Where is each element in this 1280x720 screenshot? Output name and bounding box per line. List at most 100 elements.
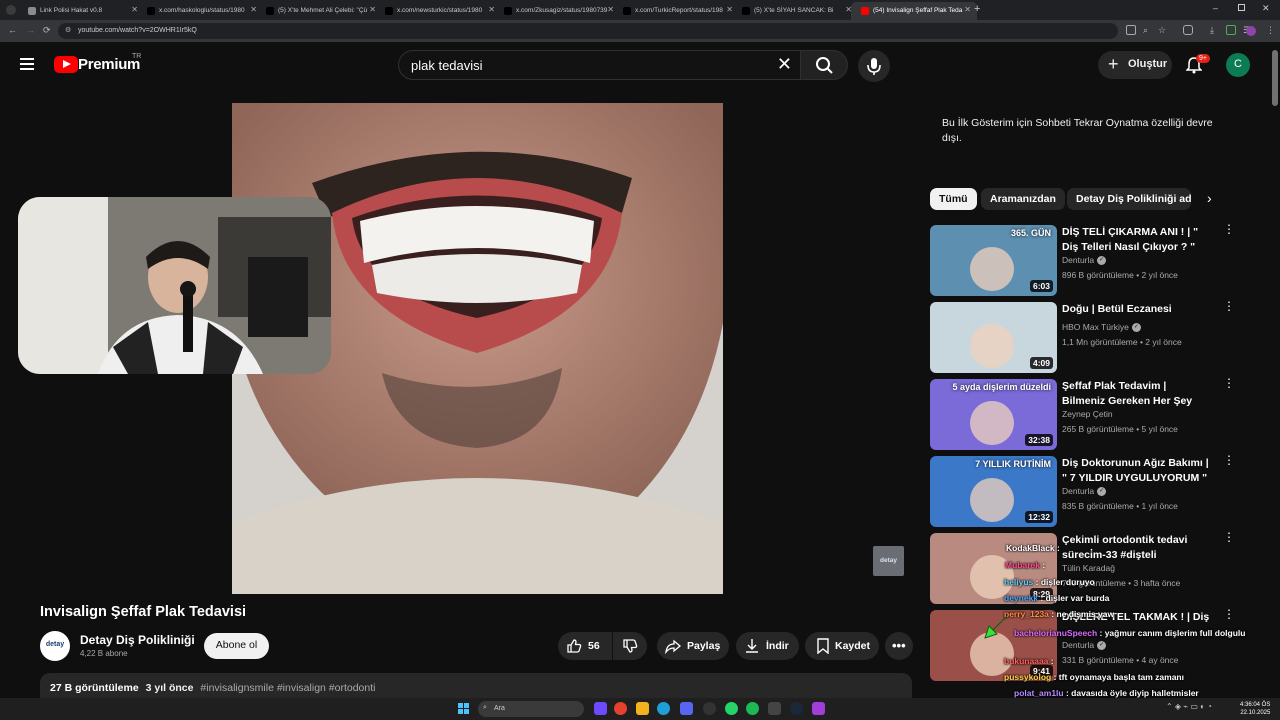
video-thumbnail[interactable]: 4:09 xyxy=(930,302,1057,373)
site-info-icon[interactable]: ⚙ xyxy=(65,26,71,34)
system-tray-icons[interactable]: ⌃ ◈ ⌁ ▭ ◐ ◔ xyxy=(1166,702,1212,711)
close-icon[interactable]: ✕ xyxy=(964,5,971,14)
app-icon[interactable] xyxy=(768,702,781,715)
video-thumbnail[interactable]: 365. GÜN 6:03 xyxy=(930,225,1057,296)
recommended-video[interactable]: 365. GÜN 6:03 DİŞ TELİ ÇIKARMA ANI ! | " D… xyxy=(930,223,1235,297)
video-title[interactable]: Çekimli ortodontik tedavi süreci̇m-33 #d… xyxy=(1062,533,1212,563)
create-button[interactable]: + Oluştur xyxy=(1098,51,1172,79)
search-button[interactable] xyxy=(800,50,848,80)
chip-channel[interactable]: Detay Diş Polikliniği adlı xyxy=(1067,188,1191,210)
subscriber-count: 4,22 B abone xyxy=(80,649,128,658)
hamburger-menu-icon[interactable] xyxy=(20,58,34,70)
close-window-icon[interactable]: ✕ xyxy=(1262,3,1270,14)
recommended-video[interactable]: 4:09 Doğu | Betül Eczanesi HBO Max Türkiye… xyxy=(930,300,1235,374)
search-input[interactable]: plak tedavisi ✕ xyxy=(398,50,800,80)
recommended-video[interactable]: 5 ayda dişlerim düzeldi 32:38 Şeffaf Plak … xyxy=(930,377,1235,451)
channel-name[interactable]: Zeynep Çetin xyxy=(1062,409,1113,419)
search-icon: ⌕ xyxy=(483,704,487,711)
taskbar-clock[interactable]: 4:36:04 ÖS 22.10.2025 xyxy=(1240,701,1270,717)
maximize-icon[interactable] xyxy=(1238,4,1245,11)
install-icon[interactable] xyxy=(1126,25,1136,35)
extensions-icon[interactable] xyxy=(1183,25,1193,35)
channel-name[interactable]: Detay Diş Polikliniği xyxy=(80,633,195,647)
subscribe-button[interactable]: Abone ol xyxy=(204,633,269,659)
scrollbar-thumb[interactable] xyxy=(1272,50,1278,106)
browser-tab[interactable]: (5) X'te SİYAH SANCAK: Bi ✕ xyxy=(732,2,858,20)
reload-icon[interactable]: ⟳ xyxy=(43,25,51,36)
download-icon[interactable]: ⤓ xyxy=(1210,25,1214,36)
browser-tab[interactable]: x.com/Zkusagiz/status/1980739 ✕ xyxy=(494,2,620,20)
task-view-icon[interactable] xyxy=(594,702,607,715)
more-options-icon[interactable]: ⋮ xyxy=(1223,223,1235,235)
video-thumbnail[interactable]: 5 ayda dişlerim düzeldi 32:38 xyxy=(930,379,1057,450)
video-title[interactable]: Şeffaf Plak Tedavim | Bilmeniz Gereken H… xyxy=(1062,379,1212,409)
search-query[interactable]: plak tedavisi xyxy=(411,58,483,73)
browser-tab[interactable]: (5) X'te Mehmet Ali Çelebi: "Çü ✕ xyxy=(256,2,382,20)
plus-icon: + xyxy=(1108,54,1119,74)
extension-icon[interactable] xyxy=(1226,25,1236,35)
whatsapp-icon[interactable] xyxy=(725,702,738,715)
channel-name[interactable]: Denturla ✓ xyxy=(1062,640,1107,651)
channel-name[interactable]: Tülin Karadağ xyxy=(1062,563,1115,573)
more-options-icon[interactable]: ⋮ xyxy=(1223,608,1235,620)
spotify-icon[interactable] xyxy=(746,702,759,715)
chip-from-search[interactable]: Aramanızdan xyxy=(981,188,1065,210)
more-options-icon[interactable]: ⋮ xyxy=(1223,531,1235,543)
channel-avatar[interactable]: detay xyxy=(40,631,70,661)
chevron-right-icon[interactable]: › xyxy=(1207,190,1212,206)
more-options-icon[interactable]: ⋮ xyxy=(1223,377,1235,389)
steam-icon[interactable] xyxy=(790,702,803,715)
chip-all[interactable]: Tümü xyxy=(930,188,977,210)
browser-tab[interactable]: x.com/haskologlu/status/1980 ✕ xyxy=(137,2,263,20)
zoom-icon[interactable]: ⌕ xyxy=(1143,25,1148,36)
bookmark-star-icon[interactable]: ☆ xyxy=(1158,25,1166,36)
video-title[interactable]: Doğu | Betül Eczanesi xyxy=(1062,302,1212,317)
account-avatar[interactable]: C xyxy=(1226,53,1250,77)
youtube-logo-icon[interactable] xyxy=(54,56,78,73)
logo-text[interactable]: Premium xyxy=(78,56,140,73)
app-icon[interactable] xyxy=(812,702,825,715)
chat-username: Mubarek xyxy=(1005,560,1040,570)
new-tab-button[interactable]: + xyxy=(974,3,980,15)
browser-tab[interactable]: Link Polisi Hakat v0.8 ✕ xyxy=(18,2,144,20)
windows-start-icon[interactable] xyxy=(458,703,469,714)
download-button[interactable]: İndir xyxy=(736,632,799,660)
voice-search-button[interactable] xyxy=(858,50,890,82)
video-title[interactable]: Diş Doktorunun Ağız Bakımı | " 7 YILDIR … xyxy=(1062,456,1212,486)
channel-watermark-logo[interactable]: detay xyxy=(873,546,904,576)
channel-name[interactable]: Denturla ✓ xyxy=(1062,486,1107,497)
tab-list-icon[interactable] xyxy=(6,5,16,15)
video-thumbnail[interactable]: 7 YILLIK RUTİNİM 12:32 xyxy=(930,456,1057,527)
recommended-video[interactable]: 7 YILLIK RUTİNİM 12:32 Diş Doktorunun Ağız… xyxy=(930,454,1235,528)
back-icon[interactable]: ← xyxy=(8,25,17,35)
forward-icon[interactable]: → xyxy=(26,25,35,35)
browser-tab[interactable]: x.com/newsturkic/status/1980 ✕ xyxy=(375,2,501,20)
hashtags[interactable]: #invisalignsmile #invisalign #ortodonti xyxy=(200,682,375,694)
obs-icon[interactable] xyxy=(703,702,716,715)
chat-username: polat_am1lu xyxy=(1014,688,1064,698)
menu-kebab-icon[interactable]: ⋮ xyxy=(1266,25,1275,36)
video-title[interactable]: DİŞ TELİ ÇIKARMA ANI ! | " Diş Telleri N… xyxy=(1062,225,1212,255)
browser-tab[interactable]: x.com/TurkicReport/status/198 ✕ xyxy=(613,2,739,20)
share-button[interactable]: Paylaş xyxy=(657,632,729,660)
clear-search-icon[interactable]: ✕ xyxy=(777,54,792,75)
channel-name[interactable]: HBO Max Türkiye ✓ xyxy=(1062,322,1141,333)
search-icon xyxy=(816,57,833,74)
like-button[interactable]: 56 xyxy=(558,632,612,660)
edge-icon[interactable] xyxy=(657,702,670,715)
file-explorer-icon[interactable] xyxy=(636,702,649,715)
more-actions-button[interactable]: ••• xyxy=(885,632,913,660)
dislike-button[interactable] xyxy=(613,632,647,660)
discord-icon[interactable] xyxy=(680,702,693,715)
save-button[interactable]: Kaydet xyxy=(805,632,879,660)
browser-tab-active[interactable]: (54) Invisalign Şeffaf Plak Teda ✕ xyxy=(851,2,977,20)
profile-avatar[interactable] xyxy=(1246,26,1256,36)
taskbar-search-input[interactable]: ⌕ Ara xyxy=(478,701,584,717)
more-options-icon[interactable]: ⋮ xyxy=(1223,300,1235,312)
minimize-icon[interactable]: – xyxy=(1213,3,1218,13)
channel-name[interactable]: Denturla ✓ xyxy=(1062,255,1107,266)
chat-message: bachelorianuSpeech : yağmur canım dişler… xyxy=(1014,626,1276,640)
more-options-icon[interactable]: ⋮ xyxy=(1223,454,1235,466)
chrome-icon[interactable] xyxy=(614,702,627,715)
url-field[interactable]: ⚙ youtube.com/watch?v=2OWHR1Ir5kQ xyxy=(58,23,1118,39)
